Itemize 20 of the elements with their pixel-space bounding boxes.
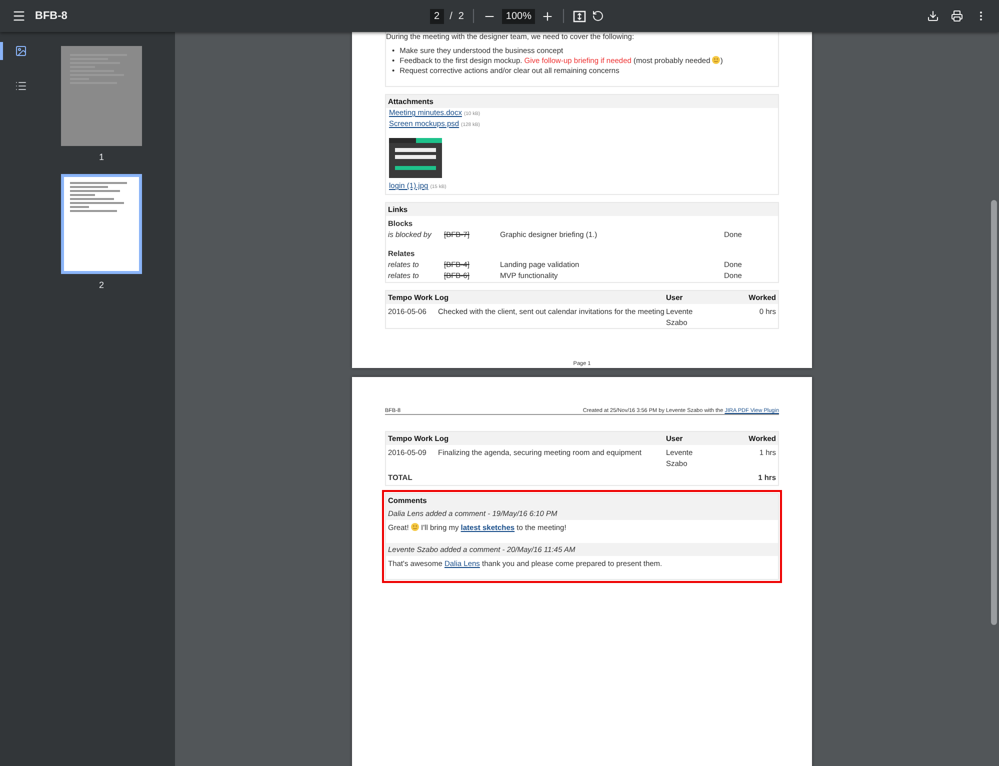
zoom-field[interactable]: 100% (502, 8, 536, 24)
page-number: 1 (98, 152, 104, 162)
page-thumbnail[interactable] (61, 174, 142, 274)
page-total: 2 (458, 10, 464, 22)
smiley-icon (712, 56, 720, 64)
page-separator: / (450, 10, 452, 22)
app-screenshot-drawing (389, 138, 442, 178)
page-thumbnail[interactable] (61, 46, 142, 146)
print-icon[interactable] (951, 10, 963, 22)
image-icon (14, 45, 26, 57)
fit-page-icon[interactable] (573, 10, 586, 22)
scrollbar[interactable] (991, 200, 997, 625)
menu-icon[interactable] (12, 9, 26, 23)
zoom-in-icon[interactable] (541, 10, 554, 22)
page-number-field[interactable]: 2 (430, 8, 444, 24)
download-icon[interactable] (927, 10, 939, 22)
page-number: 2 (98, 280, 104, 290)
rotate-icon[interactable] (592, 10, 604, 22)
smiley-icon (410, 523, 419, 531)
document-title: BFB-8 (35, 10, 68, 22)
